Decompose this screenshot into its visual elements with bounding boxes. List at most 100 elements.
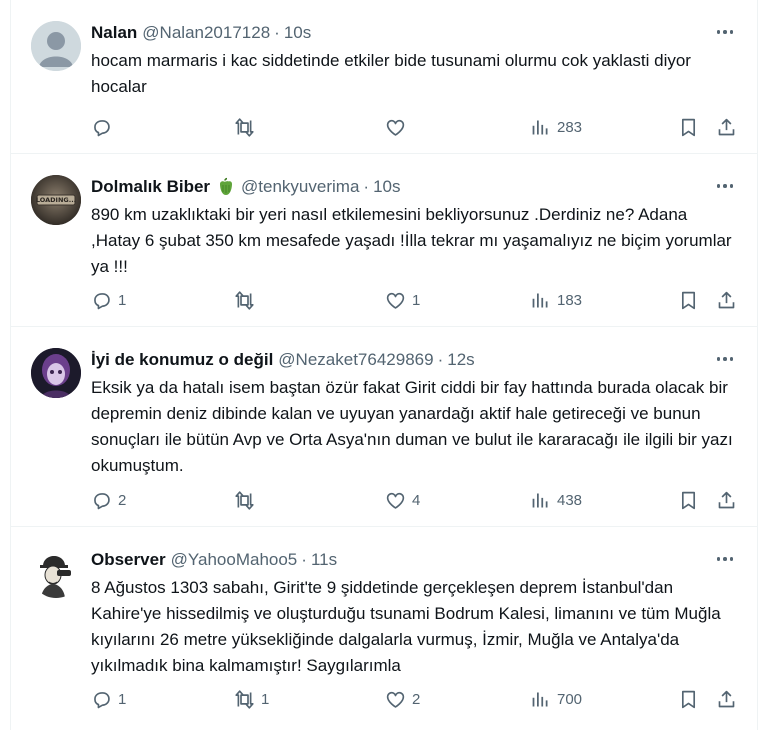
user-handle[interactable]: @Nalan2017128 — [142, 23, 270, 43]
reply-button[interactable]: 1 — [91, 288, 126, 312]
views-icon — [532, 692, 548, 706]
tweet[interactable]: LOADING... Dolmalık Biber @tenkyuverima … — [11, 154, 757, 327]
views-button[interactable]: 183 — [530, 288, 582, 312]
retweet-icon — [235, 290, 254, 310]
like-count: 1 — [412, 291, 421, 309]
reply-count: 1 — [118, 690, 127, 708]
like-button[interactable] — [385, 115, 412, 139]
avatar[interactable]: LOADING... — [31, 175, 81, 225]
bookmark-icon — [681, 491, 696, 509]
tweet-actions: 1 1 2 700 — [91, 687, 751, 711]
profile-photo-image — [31, 348, 81, 398]
like-icon — [386, 119, 405, 136]
retweet-button[interactable] — [234, 288, 261, 312]
separator: · — [301, 550, 307, 569]
separator: · — [363, 177, 370, 196]
share-button[interactable] — [716, 488, 737, 512]
tweet-text: 8 Ağustos 1303 sabahı, Girit'te 9 şiddet… — [91, 578, 721, 675]
tweet-text: hocam marmaris i kac siddetinde etkiler … — [91, 51, 691, 96]
like-button[interactable]: 4 — [385, 488, 420, 512]
tweet-header: Nalan @Nalan2017128 · 10s — [91, 22, 311, 44]
bookmark-button[interactable] — [678, 488, 699, 512]
views-icon — [532, 493, 548, 507]
reply-button[interactable]: 1 — [91, 687, 126, 711]
share-icon — [718, 291, 735, 308]
like-count: 4 — [412, 491, 421, 509]
tweet-actions: 2 4 438 — [91, 488, 751, 512]
tweet-header: Observer @YahooMahoo5 · 11s — [91, 549, 337, 571]
bookmark-icon — [681, 118, 696, 136]
share-button[interactable] — [716, 288, 737, 312]
retweet-button[interactable]: 1 — [234, 687, 269, 711]
timestamp[interactable]: 12s — [447, 350, 474, 370]
bookmark-icon — [681, 291, 696, 309]
tweet-header: İyi de konumuz o değil @Nezaket76429869 … — [91, 349, 475, 371]
bookmark-button[interactable] — [678, 115, 699, 139]
default-avatar-icon — [31, 21, 81, 71]
reply-button[interactable] — [91, 115, 118, 139]
display-name[interactable]: Dolmalık Biber — [91, 177, 210, 197]
tweet-text: 890 km uzaklıktaki bir yeri nasıl etkile… — [91, 205, 732, 276]
views-button[interactable]: 438 — [530, 488, 582, 512]
view-count: 183 — [557, 291, 583, 309]
share-icon — [718, 690, 735, 707]
bookmark-button[interactable] — [678, 687, 699, 711]
retweet-icon — [235, 689, 254, 709]
bookmark-icon — [681, 690, 696, 708]
share-button[interactable] — [716, 687, 737, 711]
tweet-actions: 1 1 183 — [91, 288, 751, 312]
reply-icon — [94, 492, 110, 509]
user-handle[interactable]: @Nezaket76429869 — [278, 350, 433, 370]
more-icon[interactable] — [715, 176, 735, 196]
display-name[interactable]: İyi de konumuz o değil — [91, 350, 273, 370]
reply-icon — [94, 119, 110, 136]
tweet[interactable]: Nalan @Nalan2017128 · 10s hocam marmaris… — [11, 0, 757, 154]
display-name[interactable]: Nalan — [91, 23, 137, 43]
like-button[interactable]: 2 — [385, 687, 420, 711]
display-name[interactable]: Observer — [91, 550, 166, 570]
avatar[interactable] — [31, 21, 81, 71]
views-button[interactable]: 700 — [530, 687, 582, 711]
share-button[interactable] — [716, 115, 737, 139]
retweet-icon — [235, 490, 254, 510]
share-icon — [718, 118, 735, 135]
more-icon[interactable] — [715, 549, 735, 569]
user-handle[interactable]: @tenkyuverima — [241, 177, 359, 197]
observer-avatar-image — [31, 548, 81, 598]
like-button[interactable]: 1 — [385, 288, 420, 312]
view-count: 438 — [557, 491, 583, 509]
tweet[interactable]: İyi de konumuz o değil @Nezaket76429869 … — [11, 327, 757, 527]
view-count: 283 — [557, 118, 583, 136]
more-icon[interactable] — [715, 22, 735, 42]
user-handle[interactable]: @YahooMahoo5 — [171, 550, 298, 570]
tweet-header: Dolmalık Biber @tenkyuverima · 10s — [91, 176, 401, 198]
more-icon[interactable] — [715, 349, 735, 369]
views-button[interactable]: 283 — [530, 115, 582, 139]
retweet-button[interactable] — [234, 115, 261, 139]
bell-pepper-icon — [216, 177, 236, 197]
avatar[interactable] — [31, 548, 81, 598]
views-icon — [532, 293, 548, 307]
reply-icon — [94, 691, 110, 708]
bookmark-button[interactable] — [678, 288, 699, 312]
like-count: 2 — [412, 690, 421, 708]
reply-button[interactable]: 2 — [91, 488, 126, 512]
timeline: Nalan @Nalan2017128 · 10s hocam marmaris… — [10, 0, 758, 730]
tweet-text: Eksik ya da hatalı isem baştan özür faka… — [91, 378, 733, 475]
like-icon — [386, 492, 405, 509]
avatar[interactable] — [31, 348, 81, 398]
avatar-text: LOADING... — [35, 196, 77, 204]
like-icon — [386, 691, 405, 708]
retweet-button[interactable] — [234, 488, 261, 512]
reply-count: 1 — [118, 291, 127, 309]
tweet[interactable]: Observer @YahooMahoo5 · 11s 8 Ağustos 13… — [11, 527, 757, 730]
reply-icon — [94, 292, 110, 309]
separator: · — [274, 23, 280, 42]
timestamp[interactable]: 10s — [284, 23, 311, 43]
timestamp[interactable]: 10s — [373, 177, 400, 197]
timestamp[interactable]: 11s — [311, 550, 337, 570]
share-icon — [718, 491, 735, 508]
retweet-icon — [235, 117, 254, 137]
tweet-actions: 283 — [91, 115, 751, 139]
retweet-count: 1 — [261, 690, 270, 708]
